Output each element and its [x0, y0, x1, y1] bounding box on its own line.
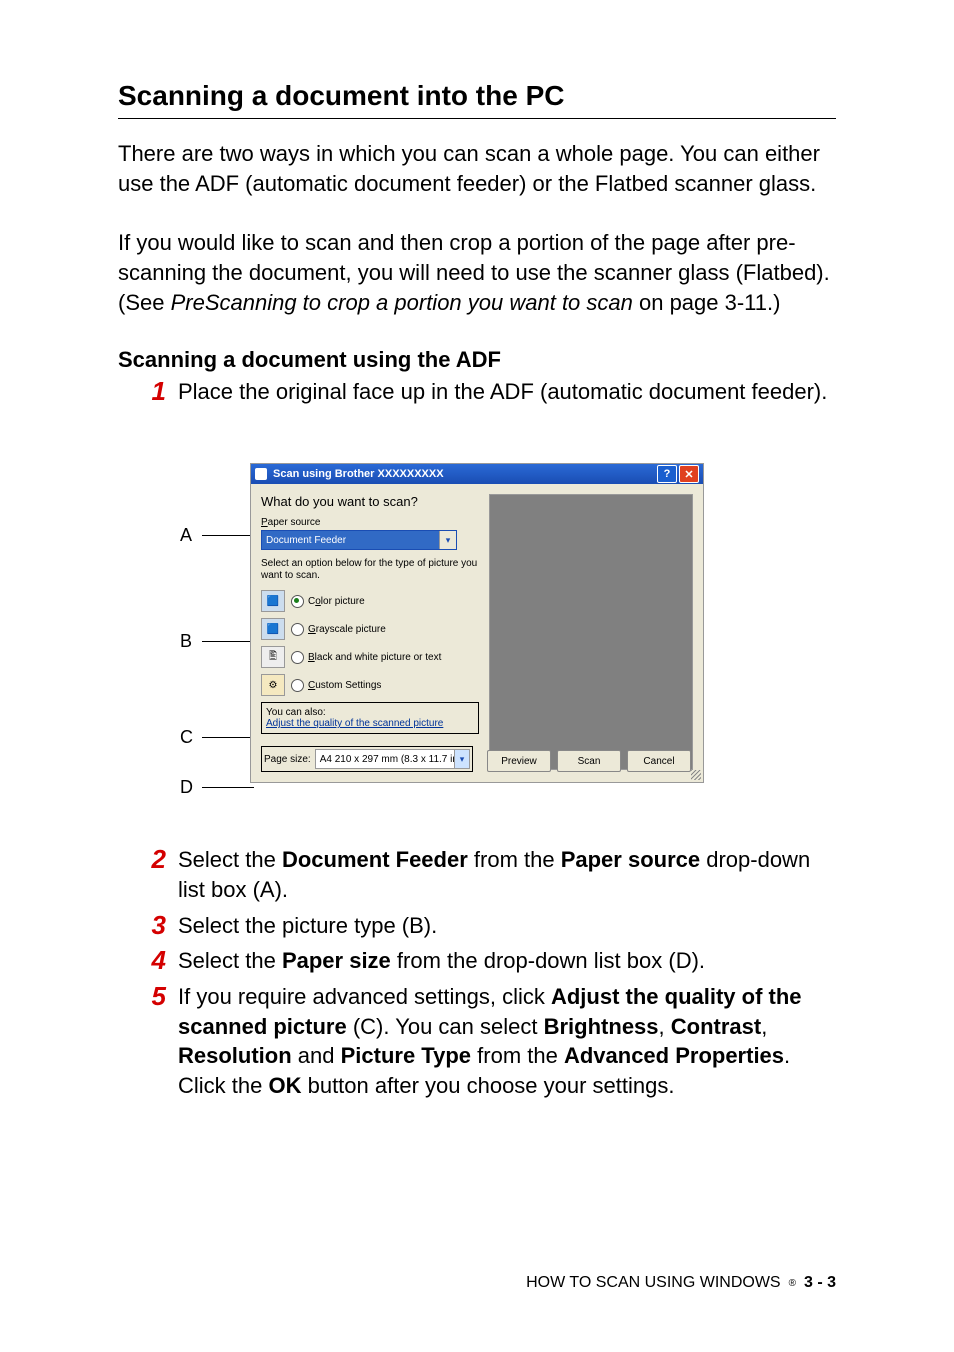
chevron-down-icon: ▾: [454, 750, 469, 768]
radio-grayscale[interactable]: [291, 623, 304, 636]
page-number: 3 - 3: [804, 1274, 836, 1292]
registered-icon: ®: [789, 1278, 796, 1289]
callout-D: D: [180, 777, 254, 798]
cancel-button[interactable]: Cancel: [627, 750, 691, 772]
option-bw-label: Black and white picture or text: [308, 652, 441, 663]
you-can-also: You can also:: [266, 707, 474, 718]
step-number: 5: [118, 982, 178, 1011]
option-color-label: Color picture: [308, 596, 365, 607]
scan-dialog: Scan using Brother XXXXXXXXX ? ✕ What do…: [250, 463, 704, 783]
step-3: 3 Select the picture type (B).: [118, 911, 836, 941]
callout-A-label: A: [180, 525, 196, 546]
step-text: Select the Document Feeder from the Pape…: [178, 845, 836, 904]
step-number: 2: [118, 845, 178, 874]
p2-reference: PreScanning to crop a portion you want t…: [171, 290, 633, 315]
option-grayscale-label: Grayscale picture: [308, 624, 386, 635]
page-footer: HOW TO SCAN USING WINDOWS ® 3 - 3: [526, 1274, 836, 1292]
titlebar: Scan using Brother XXXXXXXXX ? ✕: [251, 464, 703, 484]
page-size-row: Page size: A4 210 x 297 mm (8.3 x 11.7 i…: [261, 746, 473, 772]
step-text: Select the Paper size from the drop-down…: [178, 946, 836, 976]
step-text: Select the picture type (B).: [178, 911, 836, 941]
page-title: Scanning a document into the PC: [118, 80, 836, 119]
step-1: 1 Place the original face up in the ADF …: [118, 377, 836, 407]
adjust-quality-link[interactable]: Adjust the quality of the scanned pictur…: [266, 718, 474, 729]
option-bw[interactable]: 🖺 Black and white picture or text: [261, 646, 479, 668]
preview-area: [489, 494, 693, 770]
step-2: 2 Select the Document Feeder from the Pa…: [118, 845, 836, 904]
callout-A: A: [180, 525, 254, 546]
paper-source-label: PPaper sourceaper source: [261, 517, 479, 528]
option-color[interactable]: 🟦 Color picture: [261, 590, 479, 612]
resize-grip-icon[interactable]: [691, 770, 701, 780]
footer-text: HOW TO SCAN USING WINDOWS: [526, 1274, 781, 1292]
callout-B-label: B: [180, 631, 196, 652]
step-text: If you require advanced settings, click …: [178, 982, 836, 1101]
callout-D-label: D: [180, 777, 196, 798]
gray-thumb-icon: 🟦: [261, 618, 285, 640]
callout-C-label: C: [180, 727, 196, 748]
custom-thumb-icon: ⚙: [261, 674, 285, 696]
page-size-label: Page size:: [264, 754, 311, 765]
adjust-box: You can also: Adjust the quality of the …: [261, 702, 479, 734]
dialog-heading: What do you want to scan?: [261, 494, 479, 509]
step-number: 1: [118, 377, 178, 406]
callout-B: B: [180, 631, 254, 652]
chevron-down-icon: ▾: [439, 531, 456, 549]
radio-custom[interactable]: [291, 679, 304, 692]
preview-button[interactable]: Preview: [487, 750, 551, 772]
callout-C: C: [180, 727, 254, 748]
radio-bw[interactable]: [291, 651, 304, 664]
option-custom-label: Custom Settings: [308, 680, 381, 691]
p2-suffix: on page 3-11.): [633, 290, 781, 315]
step-4: 4 Select the Paper size from the drop-do…: [118, 946, 836, 976]
scan-button[interactable]: Scan: [557, 750, 621, 772]
page-size-dropdown[interactable]: A4 210 x 297 mm (8.3 x 11.7 inc ▾: [315, 749, 470, 769]
step-number: 4: [118, 946, 178, 975]
close-button[interactable]: ✕: [679, 465, 699, 483]
dialog-figure: A B C D Scan using Brother XXXXXXXXX ? ✕: [118, 443, 836, 803]
step-text: Place the original face up in the ADF (a…: [178, 377, 836, 407]
option-grayscale[interactable]: 🟦 Grayscale picture: [261, 618, 479, 640]
paper-source-value: Document Feeder: [266, 535, 346, 546]
subheading: Scanning a document using the ADF: [118, 347, 836, 373]
option-custom[interactable]: ⚙ Custom Settings: [261, 674, 479, 696]
intro-paragraph-1: There are two ways in which you can scan…: [118, 139, 836, 198]
paper-source-dropdown[interactable]: Document Feeder ▾: [261, 530, 457, 550]
page-size-value: A4 210 x 297 mm (8.3 x 11.7 inc: [320, 754, 463, 765]
bw-thumb-icon: 🖺: [261, 646, 285, 668]
picture-type-hint: Select an option below for the type of p…: [261, 558, 479, 582]
color-thumb-icon: 🟦: [261, 590, 285, 612]
radio-color[interactable]: [291, 595, 304, 608]
step-5: 5 If you require advanced settings, clic…: [118, 982, 836, 1101]
dialog-title: Scan using Brother XXXXXXXXX: [273, 468, 444, 480]
help-button[interactable]: ?: [657, 465, 677, 483]
intro-paragraph-2: If you would like to scan and then crop …: [118, 228, 836, 317]
scanner-icon: [255, 468, 267, 480]
step-number: 3: [118, 911, 178, 940]
